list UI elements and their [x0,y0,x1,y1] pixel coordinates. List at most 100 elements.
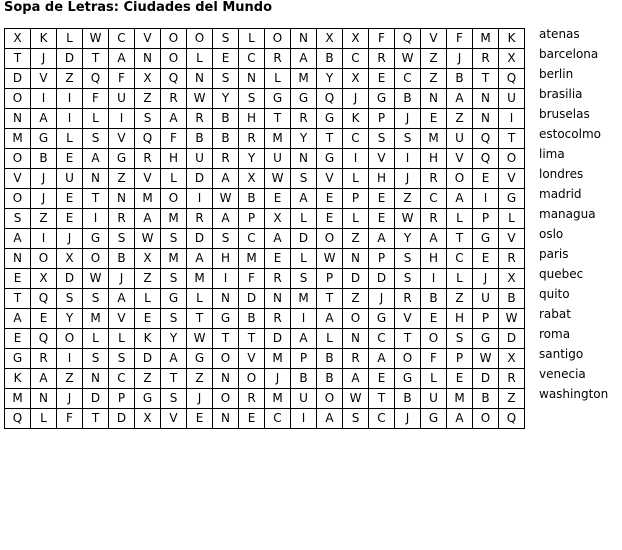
grid-cell[interactable]: O [342,308,369,329]
grid-cell[interactable]: B [290,368,317,389]
grid-cell[interactable]: J [56,228,83,249]
grid-cell[interactable]: Z [134,88,161,109]
grid-cell[interactable]: G [316,148,343,169]
grid-cell[interactable]: A [316,308,343,329]
grid-cell[interactable]: Q [394,28,421,49]
grid-cell[interactable]: A [368,348,395,369]
grid-cell[interactable]: O [56,328,83,349]
grid-cell[interactable]: H [446,308,473,329]
grid-cell[interactable]: G [472,328,499,349]
grid-cell[interactable]: A [316,408,343,429]
grid-cell[interactable]: S [160,268,187,289]
grid-cell[interactable]: V [498,228,525,249]
grid-cell[interactable]: M [472,28,499,49]
grid-cell[interactable]: X [30,268,57,289]
grid-cell[interactable]: L [82,328,109,349]
grid-cell[interactable]: B [30,148,57,169]
grid-cell[interactable]: L [160,168,187,189]
grid-cell[interactable]: G [368,308,395,329]
grid-cell[interactable]: M [134,188,161,209]
grid-cell[interactable]: X [56,248,83,269]
grid-cell[interactable]: U [108,88,135,109]
grid-cell[interactable]: R [420,168,447,189]
grid-cell[interactable]: Q [498,408,525,429]
grid-cell[interactable]: N [472,88,499,109]
grid-cell[interactable]: L [30,408,57,429]
grid-cell[interactable]: M [264,128,291,149]
grid-cell[interactable]: T [394,328,421,349]
grid-cell[interactable]: O [446,168,473,189]
grid-cell[interactable]: E [420,108,447,129]
grid-cell[interactable]: U [264,148,291,169]
grid-cell[interactable]: Z [446,108,473,129]
grid-cell[interactable]: I [56,88,83,109]
grid-cell[interactable]: R [108,208,135,229]
grid-cell[interactable]: I [186,188,213,209]
grid-cell[interactable]: P [472,208,499,229]
grid-cell[interactable]: G [368,88,395,109]
grid-cell[interactable]: B [498,288,525,309]
grid-cell[interactable]: X [134,68,161,89]
grid-cell[interactable]: P [316,268,343,289]
grid-cell[interactable]: D [56,48,83,69]
grid-cell[interactable]: C [342,128,369,149]
grid-cell[interactable]: O [238,368,265,389]
grid-cell[interactable]: A [212,208,239,229]
grid-cell[interactable]: D [108,408,135,429]
grid-cell[interactable]: M [446,388,473,409]
grid-cell[interactable]: O [498,148,525,169]
grid-cell[interactable]: P [290,348,317,369]
grid-cell[interactable]: W [186,328,213,349]
grid-cell[interactable]: S [394,248,421,269]
grid-cell[interactable]: R [368,48,395,69]
grid-cell[interactable]: H [160,148,187,169]
grid-cell[interactable]: D [56,268,83,289]
grid-cell[interactable]: E [316,188,343,209]
grid-cell[interactable]: L [134,288,161,309]
grid-cell[interactable]: Q [160,68,187,89]
grid-cell[interactable]: E [4,328,31,349]
grid-cell[interactable]: O [160,48,187,69]
grid-cell[interactable]: B [316,368,343,389]
grid-cell[interactable]: U [56,168,83,189]
grid-cell[interactable]: Z [108,168,135,189]
grid-cell[interactable]: T [238,328,265,349]
grid-cell[interactable]: I [212,268,239,289]
grid-cell[interactable]: L [342,208,369,229]
grid-cell[interactable]: R [160,88,187,109]
grid-cell[interactable]: J [368,288,395,309]
grid-cell[interactable]: D [472,368,499,389]
grid-cell[interactable]: J [30,48,57,69]
grid-cell[interactable]: G [316,108,343,129]
grid-cell[interactable]: C [368,328,395,349]
grid-cell[interactable]: W [394,48,421,69]
grid-cell[interactable]: K [4,368,31,389]
grid-cell[interactable]: O [316,228,343,249]
grid-cell[interactable]: J [342,88,369,109]
grid-cell[interactable]: I [420,268,447,289]
grid-cell[interactable]: L [316,328,343,349]
grid-cell[interactable]: V [446,148,473,169]
grid-cell[interactable]: V [108,128,135,149]
grid-cell[interactable]: V [134,28,161,49]
grid-cell[interactable]: O [4,188,31,209]
grid-cell[interactable]: E [316,208,343,229]
grid-cell[interactable]: A [342,368,369,389]
grid-cell[interactable]: J [30,188,57,209]
grid-cell[interactable]: R [264,308,291,329]
grid-cell[interactable]: S [212,228,239,249]
grid-cell[interactable]: L [290,248,317,269]
grid-cell[interactable]: Y [56,308,83,329]
grid-cell[interactable]: L [186,288,213,309]
grid-cell[interactable]: E [134,308,161,329]
grid-cell[interactable]: R [264,268,291,289]
grid-cell[interactable]: J [264,368,291,389]
grid-cell[interactable]: T [4,288,31,309]
grid-cell[interactable]: T [316,288,343,309]
grid-cell[interactable]: Z [498,388,525,409]
grid-cell[interactable]: C [238,48,265,69]
grid-cell[interactable]: E [264,188,291,209]
grid-cell[interactable]: A [446,88,473,109]
grid-cell[interactable]: A [82,148,109,169]
grid-cell[interactable]: X [238,168,265,189]
